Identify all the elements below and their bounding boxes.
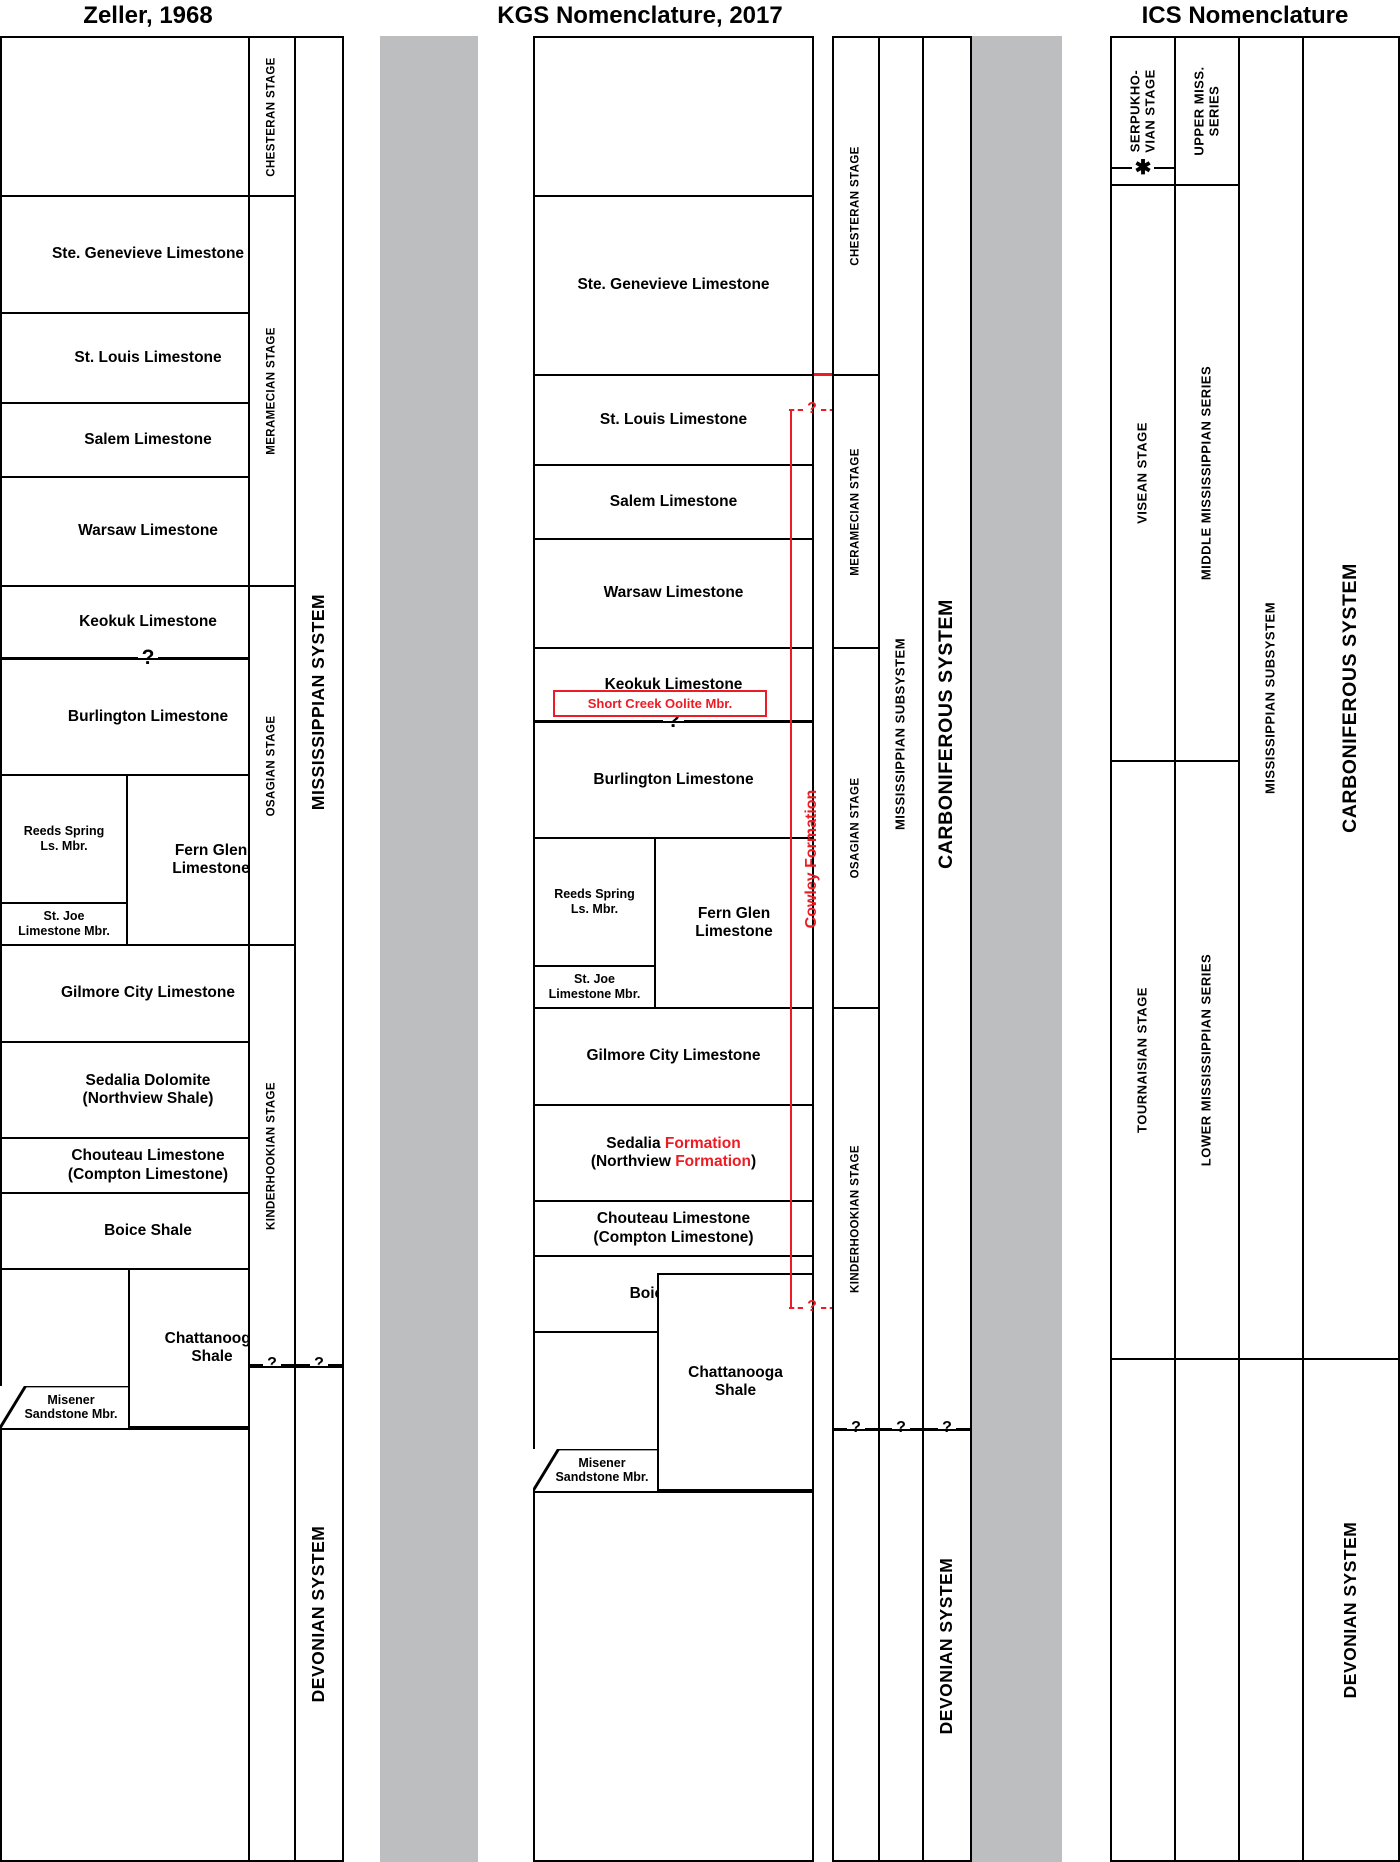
kgs-unit-gilmore-city: Gilmore City Limestone [533, 1007, 814, 1106]
kgs-subsystem-label: MISSISSIPPIAN SUBSYSTEM [892, 637, 908, 830]
kgs-stage-chesteran-label: CHESTERAN STAGE [849, 146, 862, 266]
kgs-subsystem-blank-bottom [878, 1429, 924, 1862]
zeller-unit-st-joe: St. Joe Limestone Mbr. [0, 902, 128, 946]
kgs-stage-meramecian-label: MERAMECIAN STAGE [849, 447, 862, 576]
zeller-stage-meramecian: MERAMECIAN STAGE [248, 195, 296, 587]
ics-serpukhovian-visean-boundary-marker: ✱ [1112, 155, 1175, 181]
kgs-stage-osagian: OSAGIAN STAGE [832, 647, 880, 1009]
kgs-sedalia-text: Sedalia Formation (Northview Formation) [591, 1135, 756, 1172]
kgs-unit-warsaw: Warsaw Limestone [533, 538, 814, 649]
kgs-stage-kinderhookian: KINDERHOOKIAN STAGE [832, 1007, 880, 1431]
kgs-unit-ste-genevieve: Ste. Genevieve Limestone [533, 195, 814, 376]
kgs-system-devonian-label: DEVONIAN SYSTEM [936, 1557, 957, 1734]
kgs-system-devonian: DEVONIAN SYSTEM [922, 1429, 972, 1862]
ics-subsystem-label: MISSISSIPPIAN SUBSYSTEM [1262, 601, 1278, 795]
zeller-misener-label: Misener Sandstone Mbr. [24, 1393, 118, 1421]
kgs-unit-chattanooga-left-blank [533, 1331, 659, 1451]
gray-spacer-right [958, 36, 1062, 1862]
kgs-sedalia-line2-red: Formation [675, 1153, 751, 1170]
zeller-unit-reeds-spring: Reeds Spring Ls. Mbr. [0, 774, 128, 904]
ics-stage-visean: VISEAN STAGE [1110, 184, 1176, 762]
ics-system-carboniferous-label: CARBONIFEROUS SYSTEM [1339, 563, 1362, 833]
ics-subsystem-mississippian: MISSISSIPPIAN SUBSYSTEM [1238, 36, 1304, 1360]
kgs-sedalia-line1-a: Sedalia [606, 1134, 665, 1152]
kgs-unit-misener-sandstone: Misener Sandstone Mbr. [533, 1449, 659, 1493]
kgs-unit-sedalia: Sedalia Formation (Northview Formation) [533, 1104, 814, 1202]
title-ics: ICS Nomenclature [1141, 2, 1349, 29]
title-kgs: KGS Nomenclature, 2017 [497, 2, 783, 29]
kgs-sedalia-line2-b: ) [751, 1153, 757, 1170]
kgs-sedalia-line2-a: (Northview [590, 1153, 676, 1170]
ics-series-lower-miss-label: LOWER MISSISSIPPIAN SERIES [1198, 953, 1214, 1167]
gray-spacer-left [380, 36, 478, 1862]
ics-system-devonian-label: DEVONIAN SYSTEM [1340, 1521, 1361, 1699]
zeller-unit-chattanooga-left-blank [0, 1268, 130, 1388]
title-zeller: Zeller, 1968 [83, 2, 213, 29]
kgs-unit-st-joe: St. Joe Limestone Mbr. [533, 965, 656, 1009]
zeller-stage-meramecian-label: MERAMECIAN STAGE [265, 327, 278, 455]
zeller-system-mississippian: MISSISSIPPIAN SYSTEM [294, 36, 344, 1368]
kgs-stage-meramecian: MERAMECIAN STAGE [832, 374, 880, 649]
asterisk-icon: ✱ [1134, 157, 1152, 179]
kgs-unit-st-louis: St. Louis Limestone [533, 374, 814, 466]
kgs-stage-kinderhookian-label: KINDERHOOKIAN STAGE [849, 1145, 862, 1293]
kgs-unit-salem: Salem Limestone [533, 464, 814, 540]
zeller-stage-chesteran: CHESTERAN STAGE [248, 36, 296, 197]
ics-series-upper-mississippian: UPPER MISS. SERIES [1174, 36, 1240, 186]
zeller-system-devonian-label: DEVONIAN SYSTEM [308, 1525, 329, 1703]
zeller-system-mississippian-label: MISSISSIPPIAN SYSTEM [308, 593, 329, 811]
kgs-misener-label: Misener Sandstone Mbr. [555, 1456, 649, 1484]
zeller-stage-kinderhookian: KINDERHOOKIAN STAGE [248, 944, 296, 1368]
ics-stage-blank-bottom [1110, 1358, 1176, 1862]
ics-system-carboniferous: CARBONIFEROUS SYSTEM [1302, 36, 1400, 1360]
ics-system-devonian: DEVONIAN SYSTEM [1302, 1358, 1400, 1862]
zeller-system-devonian: DEVONIAN SYSTEM [294, 1366, 344, 1862]
kgs-short-creek-oolite-member: Short Creek Oolite Mbr. [553, 690, 767, 717]
ics-subsystem-blank-bottom [1238, 1358, 1304, 1862]
kgs-system-carboniferous-label: CARBONIFEROUS SYSTEM [935, 598, 958, 869]
kgs-system-carboniferous: CARBONIFEROUS SYSTEM [922, 36, 972, 1431]
kgs-unit-chouteau: Chouteau Limestone (Compton Limestone) [533, 1200, 814, 1257]
kgs-unit-blank-bottom [533, 1491, 814, 1862]
kgs-unit-reeds-spring: Reeds Spring Ls. Mbr. [533, 837, 656, 967]
zeller-unit-misener-sandstone: Misener Sandstone Mbr. [0, 1386, 130, 1430]
kgs-unit-burlington: Burlington Limestone [533, 721, 814, 839]
zeller-stage-blank-bottom [248, 1366, 296, 1862]
ics-series-lower-mississippian: LOWER MISSISSIPPIAN SERIES [1174, 760, 1240, 1360]
ics-series-upper-miss-label: UPPER MISS. SERIES [1191, 66, 1221, 156]
ics-series-blank-bottom [1174, 1358, 1240, 1862]
marker-line-right [1154, 167, 1175, 169]
zeller-stage-osagian-label: OSAGIAN STAGE [265, 715, 278, 816]
kgs-subsystem-mississippian: MISSISSIPPIAN SUBSYSTEM [878, 36, 924, 1431]
kgs-sedalia-line1-red: Formation [664, 1134, 741, 1152]
stratigraphic-correlation-chart: Zeller, 1968 KGS Nomenclature, 2017 ICS … [0, 0, 1400, 1862]
zeller-stage-chesteran-label: CHESTERAN STAGE [265, 56, 278, 177]
kgs-stage-chesteran: CHESTERAN STAGE [832, 36, 880, 376]
kgs-unit-blank-top [533, 36, 814, 197]
kgs-unit-chattanooga: Chattanooga Shale [657, 1273, 814, 1491]
ics-stage-visean-label: VISEAN STAGE [1134, 422, 1150, 524]
zeller-stage-osagian: OSAGIAN STAGE [248, 585, 296, 946]
kgs-unit-fern-glen: Fern Glen Limestone [654, 837, 814, 1009]
kgs-stage-osagian-label: OSAGIAN STAGE [849, 777, 862, 879]
ics-series-middle-mississippian: MIDDLE MISSISSIPPIAN SERIES [1174, 184, 1240, 762]
ics-stage-tournaisian-label: TOURNAISIAN STAGE [1134, 987, 1150, 1133]
marker-line-left [1112, 167, 1132, 169]
kgs-stage-blank-bottom [832, 1429, 880, 1862]
ics-series-middle-miss-label: MIDDLE MISSISSIPPIAN SERIES [1198, 365, 1214, 581]
ics-stage-tournaisian: TOURNAISIAN STAGE [1110, 760, 1176, 1360]
zeller-stage-kinderhookian-label: KINDERHOOKIAN STAGE [265, 1082, 278, 1230]
